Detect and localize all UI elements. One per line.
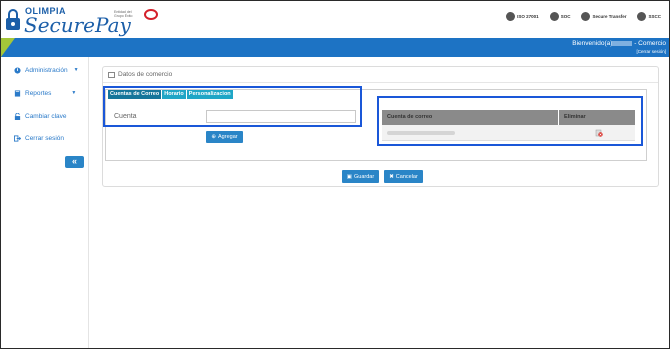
sidebar-item-administracion[interactable]: Administración ▼ [14, 65, 79, 75]
certification-badges: ISO 27001 SOC Secure Transfer SSCC [506, 10, 661, 22]
sidebar-item-cambiar-clave[interactable]: Cambiar clave [14, 111, 67, 121]
caret-down-icon: ▼ [71, 90, 77, 96]
book-icon [14, 89, 21, 97]
highlight-box-cuenta [103, 86, 362, 127]
lock-icon [6, 9, 20, 30]
cert-badge: Secure Transfer [581, 11, 627, 21]
welcome-suffix: - Comercio [634, 40, 666, 47]
cert-icon [506, 11, 516, 21]
dashboard-icon [14, 66, 21, 74]
panel-divider [103, 82, 658, 83]
welcome-area: Bienvenido(a) - Comercio [Cerrar sesión] [572, 40, 666, 56]
cert-badge: ISO 27001 [506, 11, 539, 21]
sidebar-item-reportes[interactable]: Reportes ▼ [14, 88, 76, 98]
cancelar-button[interactable]: ✖ Cancelar [384, 170, 423, 183]
table-icon [108, 71, 115, 78]
caret-down-icon: ▼ [73, 67, 79, 73]
cert-label: Secure Transfer [592, 13, 627, 19]
sidebar-item-label: Administración [25, 66, 68, 74]
close-icon: ✖ [389, 173, 394, 180]
partner-text: Entidad del Grupo Éxito [114, 10, 133, 18]
plus-circle-icon: ⊕ [211, 134, 217, 140]
cancelar-label: Cancelar [395, 173, 418, 180]
agregar-button[interactable]: ⊕ Agregar [206, 131, 243, 143]
app-header: OLIMPIA SecurePay Entidad del Grupo Éxit… [1, 1, 669, 37]
green-accent-corner [1, 38, 15, 57]
sidebar-item-label: Cambiar clave [25, 112, 67, 120]
agregar-label: Agregar [218, 134, 238, 140]
logout-link[interactable]: [Cerrar sesión] [572, 48, 666, 56]
cert-icon [581, 11, 591, 21]
unlock-icon [14, 112, 21, 120]
cert-icon [549, 11, 559, 21]
top-nav-bar [1, 38, 669, 57]
partner-circle-icon [144, 9, 158, 20]
cert-icon [637, 11, 647, 21]
panel-title-text: Datos de comercio [118, 71, 173, 78]
cert-badge: SSCC [637, 11, 661, 21]
guardar-button[interactable]: ▣ Guardar [342, 170, 379, 183]
partner-logo: Entidad del Grupo Éxito [114, 8, 162, 22]
panel-title: Datos de comercio [108, 71, 172, 78]
sidebar-item-label: Reportes [25, 89, 52, 97]
guardar-label: Guardar [354, 173, 375, 180]
sidebar-item-cerrar-sesion[interactable]: Cerrar sesión [14, 133, 64, 143]
username-redacted [612, 40, 633, 46]
sidebar: Administración ▼ Reportes ▼ Cambiar clav… [1, 57, 89, 348]
welcome-prefix: Bienvenido(a) [572, 40, 613, 47]
cert-label: SSCC [648, 13, 661, 19]
cert-label: ISO 27001 [517, 13, 539, 19]
collapse-sidebar-button[interactable]: « [65, 156, 84, 168]
cert-label: SOC [560, 13, 571, 19]
sidebar-item-label: Cerrar sesión [25, 134, 65, 142]
sign-out-icon [14, 134, 21, 142]
save-icon: ▣ [346, 173, 352, 180]
securepay-logo[interactable]: OLIMPIA SecurePay [5, 5, 131, 37]
highlight-box-table [377, 96, 643, 146]
cert-badge: SOC [549, 11, 571, 21]
